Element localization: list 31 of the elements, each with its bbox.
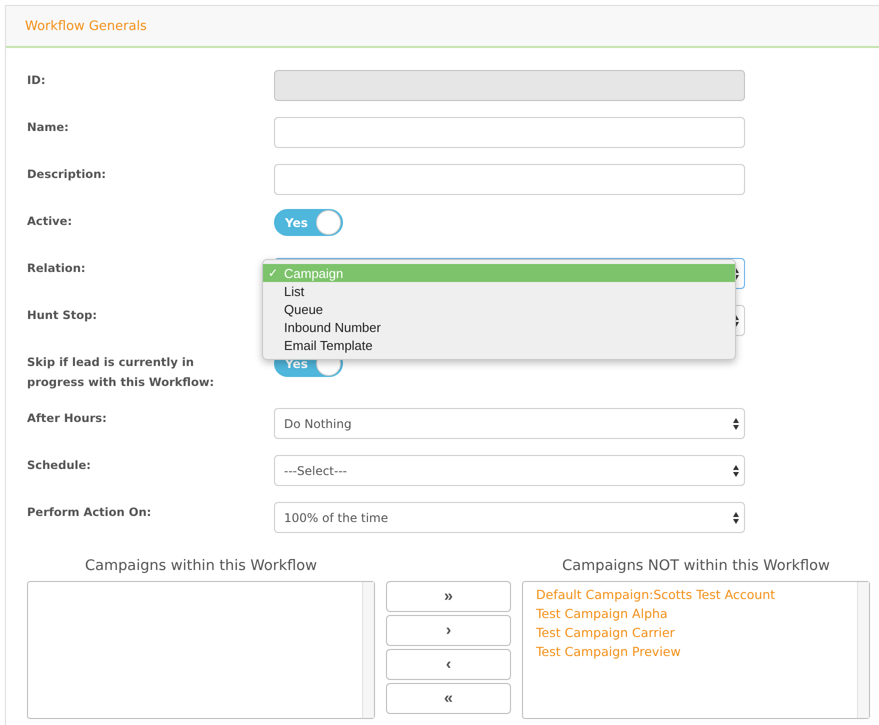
dropdown-option[interactable]: List — [263, 282, 735, 300]
move-button[interactable]: ‹ — [386, 649, 511, 680]
panel-title: Workflow Generals — [25, 18, 147, 34]
move-button[interactable]: « — [386, 683, 511, 714]
sort-icon — [732, 416, 740, 430]
field-label: Perform Action On: — [27, 504, 152, 521]
text-field[interactable] — [274, 164, 745, 195]
field-label: After Hours: — [27, 410, 108, 427]
list-title: Campaigns within this Workflow — [84, 557, 318, 576]
select-field[interactable]: Do Nothing — [274, 408, 745, 439]
move-button[interactable]: › — [386, 615, 511, 646]
list-box[interactable] — [27, 581, 375, 719]
field-label: Name: — [27, 119, 70, 136]
field-label: Schedule: — [27, 457, 92, 474]
field-label: Description: — [27, 166, 107, 183]
dropdown-option[interactable]: Inbound Number — [263, 318, 735, 336]
select-field[interactable]: 100% of the time — [274, 502, 745, 533]
dropdown-option[interactable]: Queue — [263, 300, 735, 318]
move-button[interactable]: » — [386, 581, 511, 612]
field-label: Active: — [27, 213, 74, 230]
field-label: Skip if lead is currently in progress with this Workflow: — [27, 354, 216, 391]
scrollbar[interactable] — [362, 582, 374, 718]
field-label: Hunt Stop: — [27, 307, 98, 324]
sort-icon — [732, 464, 740, 478]
field-label: Relation: — [27, 260, 86, 277]
select-field[interactable]: ---Select--- — [274, 455, 745, 486]
sort-icon — [732, 510, 740, 524]
list-title: Campaigns NOT within this Workflow — [562, 557, 830, 576]
field-label: ID: — [27, 72, 46, 89]
scrollbar[interactable] — [857, 582, 869, 718]
text-field[interactable] — [274, 117, 745, 148]
